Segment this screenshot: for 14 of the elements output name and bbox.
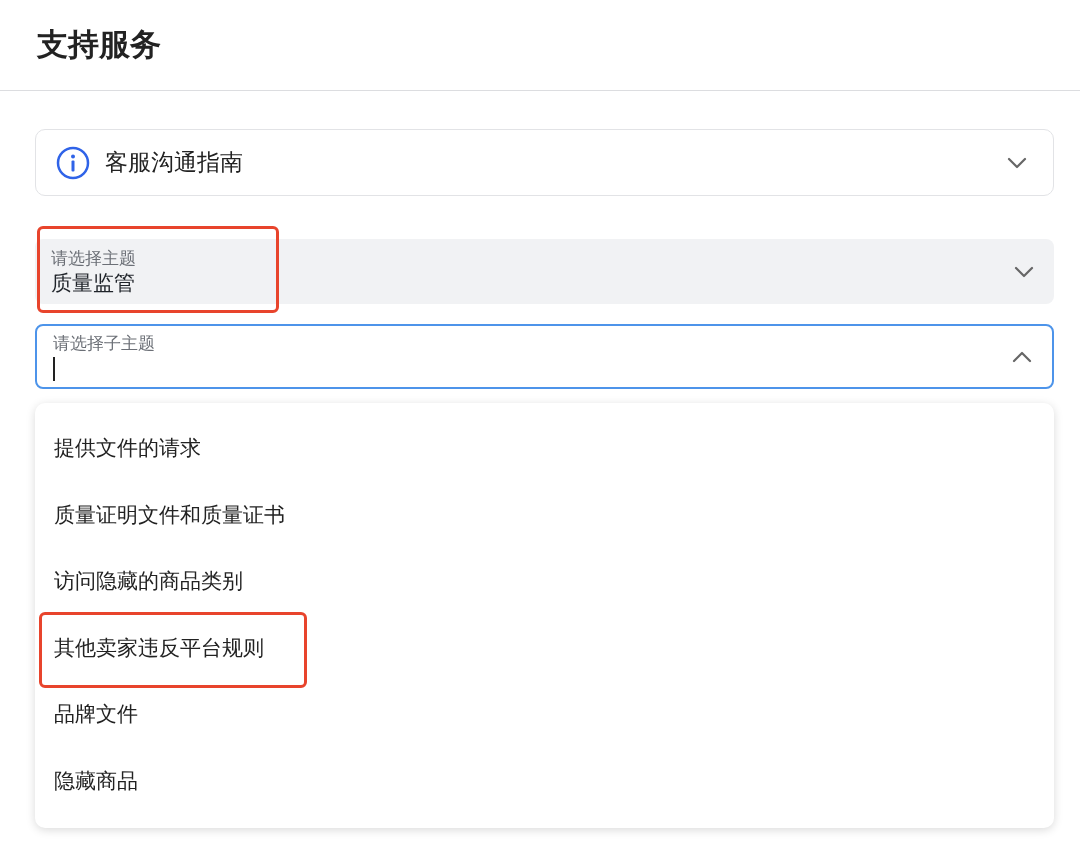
subtopic-select[interactable]: 请选择子主题: [35, 324, 1054, 389]
chevron-down-icon: [1007, 156, 1027, 169]
menu-option[interactable]: 隐藏商品: [35, 766, 157, 795]
guide-accordion[interactable]: 客服沟通指南: [35, 129, 1054, 196]
menu-option[interactable]: 提供文件的请求: [35, 434, 220, 463]
chevron-up-icon: [1012, 350, 1032, 363]
page-title: 支持服务: [37, 25, 161, 64]
menu-option[interactable]: 质量证明文件和质量证书: [35, 500, 304, 529]
menu-option[interactable]: 品牌文件: [35, 700, 157, 729]
chevron-down-icon: [1014, 265, 1034, 278]
menu-option[interactable]: 访问隐藏的商品类别: [35, 567, 262, 596]
menu-option[interactable]: 其他卖家违反平台规则: [35, 633, 283, 662]
info-icon: [56, 145, 90, 180]
topic-select[interactable]: 请选择主题 质量监管: [35, 239, 1054, 304]
